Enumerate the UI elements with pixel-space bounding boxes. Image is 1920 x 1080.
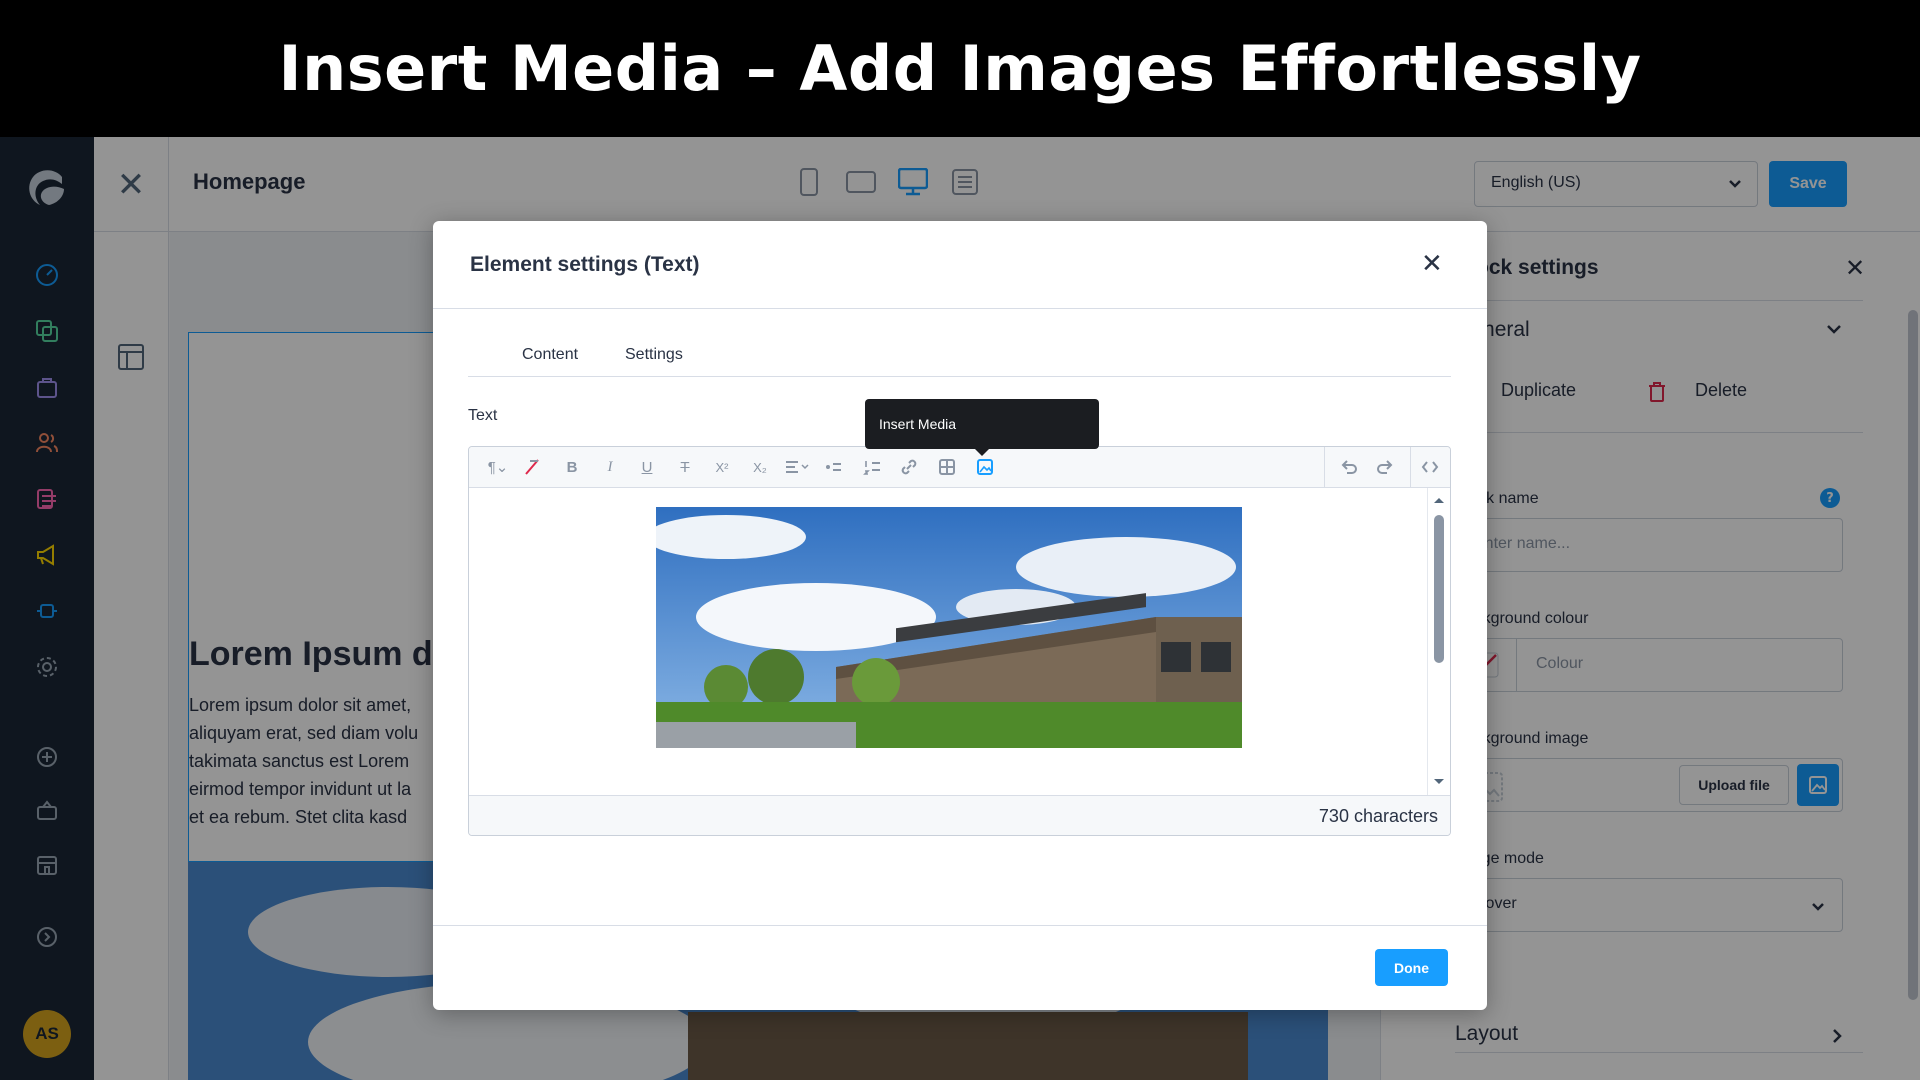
tab-content[interactable]: Content xyxy=(522,346,578,364)
paragraph-format-icon[interactable]: ¶⌄ xyxy=(481,455,515,479)
text-field-label: Text xyxy=(468,407,498,424)
editor-footer: 730 characters xyxy=(469,795,1450,835)
tab-settings[interactable]: Settings xyxy=(625,346,683,364)
italic-icon[interactable]: I xyxy=(597,455,623,479)
editor-toolbar: ¶⌄ B I U T X² X₂ xyxy=(469,447,1450,488)
underline-icon[interactable]: U xyxy=(634,455,660,479)
character-count: 730 characters xyxy=(1318,806,1438,826)
inserted-building-image[interactable] xyxy=(656,507,1242,748)
superscript-icon[interactable]: X² xyxy=(709,455,735,479)
bullet-list-icon[interactable] xyxy=(821,455,847,479)
insert-media-tooltip: Insert Media xyxy=(865,399,1099,456)
tutorial-banner: Insert Media – Add Images Effortlessly xyxy=(0,0,1920,137)
strikethrough-icon[interactable]: T xyxy=(672,455,698,479)
code-view-icon[interactable] xyxy=(1417,455,1443,479)
text-editor: ¶⌄ B I U T X² X₂ 730 characters xyxy=(468,446,1451,836)
redo-icon[interactable] xyxy=(1372,455,1398,479)
subscript-icon[interactable]: X₂ xyxy=(747,455,773,479)
undo-icon[interactable] xyxy=(1336,455,1362,479)
done-button[interactable]: Done xyxy=(1375,949,1448,986)
editor-content-area[interactable] xyxy=(469,488,1427,795)
element-settings-modal: Element settings (Text) ✕ Content Settin… xyxy=(433,221,1487,1010)
insert-media-icon[interactable] xyxy=(972,455,998,479)
scroll-up-icon[interactable] xyxy=(1433,496,1445,504)
editor-scrollbar[interactable] xyxy=(1427,488,1450,795)
link-icon[interactable] xyxy=(896,455,922,479)
table-icon[interactable] xyxy=(934,455,960,479)
close-modal-button[interactable]: ✕ xyxy=(1421,249,1443,279)
banner-title: Insert Media – Add Images Effortlessly xyxy=(278,32,1642,105)
bold-icon[interactable]: B xyxy=(559,455,585,479)
modal-title: Element settings (Text) xyxy=(470,253,700,276)
numbered-list-icon[interactable] xyxy=(859,455,885,479)
align-icon[interactable] xyxy=(781,455,815,479)
modal-tabs: Content Settings xyxy=(468,326,1451,377)
scroll-down-icon[interactable] xyxy=(1433,778,1445,786)
remove-format-icon[interactable] xyxy=(519,455,545,479)
